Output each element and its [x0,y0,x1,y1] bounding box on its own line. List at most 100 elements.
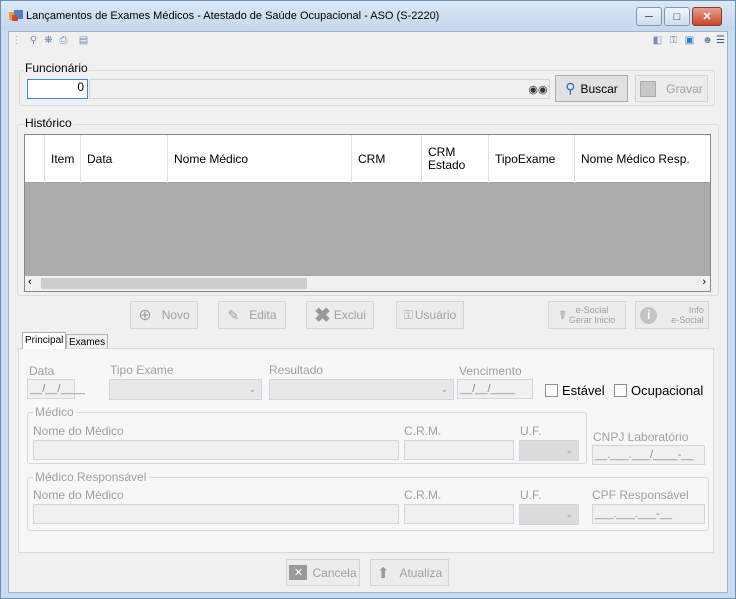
search-icon[interactable]: ⚲ [27,34,40,47]
chevron-down-icon: ⌄ [248,384,256,394]
close-icon: ✕ [702,11,712,23]
uf-resp-label: U.F. [520,488,542,502]
gravar-label: Gravar [666,81,703,96]
funcionario-code-input[interactable]: 0 [27,79,88,99]
resultado-select[interactable]: ⌄ [269,379,454,400]
cpf-responsavel-label: CPF Responsável [592,488,689,502]
uf-select[interactable]: ⌄ [519,440,579,461]
medico-responsavel-group-label: Médico Responsável [33,470,149,484]
chevron-down-icon: ⌄ [565,445,573,455]
novo-label: Novo [161,308,190,322]
grid-horizontal-scrollbar[interactable]: ‹ › [24,276,711,292]
minimize-icon: ─ [645,10,653,23]
col-header-nome-medico-resp[interactable]: Nome Médico Resp. [575,135,710,183]
minimize-button[interactable]: ─ [636,7,662,26]
resultado-label: Resultado [269,363,324,377]
window-title: Lançamentos de Exames Médicos - Atestado… [26,10,440,22]
cpf-responsavel-input[interactable]: ___.___.___-__ [592,504,705,524]
col-header-item[interactable]: Item [45,135,81,183]
tipo-exame-label: Tipo Exame [110,363,174,377]
vencimento-label: Vencimento [459,364,522,378]
col-header-crm[interactable]: CRM [352,135,422,183]
toolbar-grip-icon: ⋮ [11,35,22,46]
maximize-button[interactable]: □ [664,7,690,26]
cnpj-laboratorio-label: CNPJ Laboratório [593,430,689,444]
document-icon[interactable]: ▤ [77,34,90,47]
scroll-thumb[interactable] [41,278,307,289]
usuario-button[interactable]: ⚿ Usuário [396,301,464,329]
info-esocial-line1: Info [688,305,704,315]
save-icon [640,80,657,97]
novo-button[interactable]: ⊕ Novo [130,301,198,329]
atualiza-label: Atualiza [399,565,443,580]
info-icon: i [640,306,658,324]
edita-button[interactable]: ✎ Edita [218,301,286,329]
esocial-gerar-label: e-Social Gerar Inicio [569,305,616,325]
scroll-left-icon[interactable]: ‹ [28,276,32,288]
pencil-icon: ✎ [227,306,240,323]
upload-icon: ⬆ [376,564,390,582]
data-label: Data [29,364,55,378]
cnpj-laboratorio-input[interactable]: __.___.___/____-__ [592,445,705,465]
crm-resp-input[interactable] [404,504,514,524]
plus-icon: ⊕ [138,307,152,324]
estavel-checkbox[interactable] [545,384,558,397]
info-esocial-label: Info e-Social [671,305,704,325]
maximize-icon: □ [673,10,681,23]
esocial-gerar-inicio-button[interactable]: ☤ e-Social Gerar Inicio [548,301,626,329]
col-header-nome-medico[interactable]: Nome Médico [168,135,352,183]
toolbar: ⋮ ⚲ ❋ ⎙ ▤ ◧ ⚿ ▣ ☻ ☰ [9,32,727,50]
cancel-icon: ✕ [289,565,308,580]
app-icon [9,10,23,21]
historico-grid[interactable]: Item Data Nome Médico CRM CRM Estado Tip… [24,134,711,292]
crm-input[interactable] [404,440,514,460]
uf-resp-select[interactable]: ⌄ [519,504,579,525]
nome-medico-input[interactable] [33,440,399,460]
print-icon[interactable]: ⎙ [57,34,70,47]
tab-panel-principal: Data __/__/____ Tipo Exame ⌄ Resultado ⌄… [18,348,714,553]
col-header-tipo-exame[interactable]: TipoExame [489,135,575,183]
estavel-label: Estável [562,383,605,398]
delete-x-icon: ✖ [314,304,331,327]
col-header-crm-estado[interactable]: CRM Estado [422,135,489,183]
nome-medico-resp-input[interactable] [33,504,399,524]
nome-medico-label: Nome do Médico [33,424,124,438]
window-list-icon[interactable]: ◧ [651,34,664,47]
exclui-button[interactable]: ✖ Exclui [306,301,374,329]
crm-label: C.R.M. [404,424,442,438]
funcionario-name-input[interactable] [89,79,550,99]
esocial-gerar-line1: e-Social [575,305,609,315]
tipo-exame-select[interactable]: ⌄ [109,379,262,400]
settings-icon[interactable]: ▣ [683,34,696,47]
user-icon[interactable]: ☻ [701,34,714,47]
buscar-button[interactable]: ⚲ Buscar [555,75,628,102]
gravar-button[interactable]: Gravar [635,75,708,102]
tools-icon[interactable]: ❋ [42,34,55,47]
chevron-down-icon: ⌄ [440,384,448,394]
cancela-button[interactable]: ✕ Cancela [286,559,360,586]
atualiza-button[interactable]: ⬆ Atualiza [370,559,449,586]
buscar-label: Buscar [580,81,618,96]
tab-principal[interactable]: Principal [22,332,67,349]
grid-header: Item Data Nome Médico CRM CRM Estado Tip… [25,135,710,183]
chevron-down-icon: ⌄ [565,509,573,519]
binoculars-icon[interactable]: ◉◉ [528,83,547,96]
data-input[interactable]: __/__/____ [27,379,85,399]
user-key-icon: ⚿ [403,307,413,322]
magnifier-icon: ⚲ [565,80,576,96]
historico-label: Histórico [24,116,73,130]
uf-label: U.F. [520,424,542,438]
menu-icon[interactable]: ☰ [714,34,727,47]
vencimento-input[interactable]: __/__/____ [457,379,533,399]
info-esocial-line2: e-Social [671,315,704,325]
usuario-label: Usuário [414,308,457,322]
scroll-right-icon[interactable]: › [702,276,706,288]
cancela-label: Cancela [312,565,357,580]
ocupacional-checkbox[interactable] [614,384,627,397]
info-esocial-button[interactable]: i Info e-Social [635,301,709,329]
col-header-data[interactable]: Data [81,135,168,183]
ocupacional-label: Ocupacional [631,383,704,398]
key-icon[interactable]: ⚿ [667,34,680,47]
close-button[interactable]: ✕ [692,7,722,26]
tab-exames[interactable]: Exames [66,334,109,349]
